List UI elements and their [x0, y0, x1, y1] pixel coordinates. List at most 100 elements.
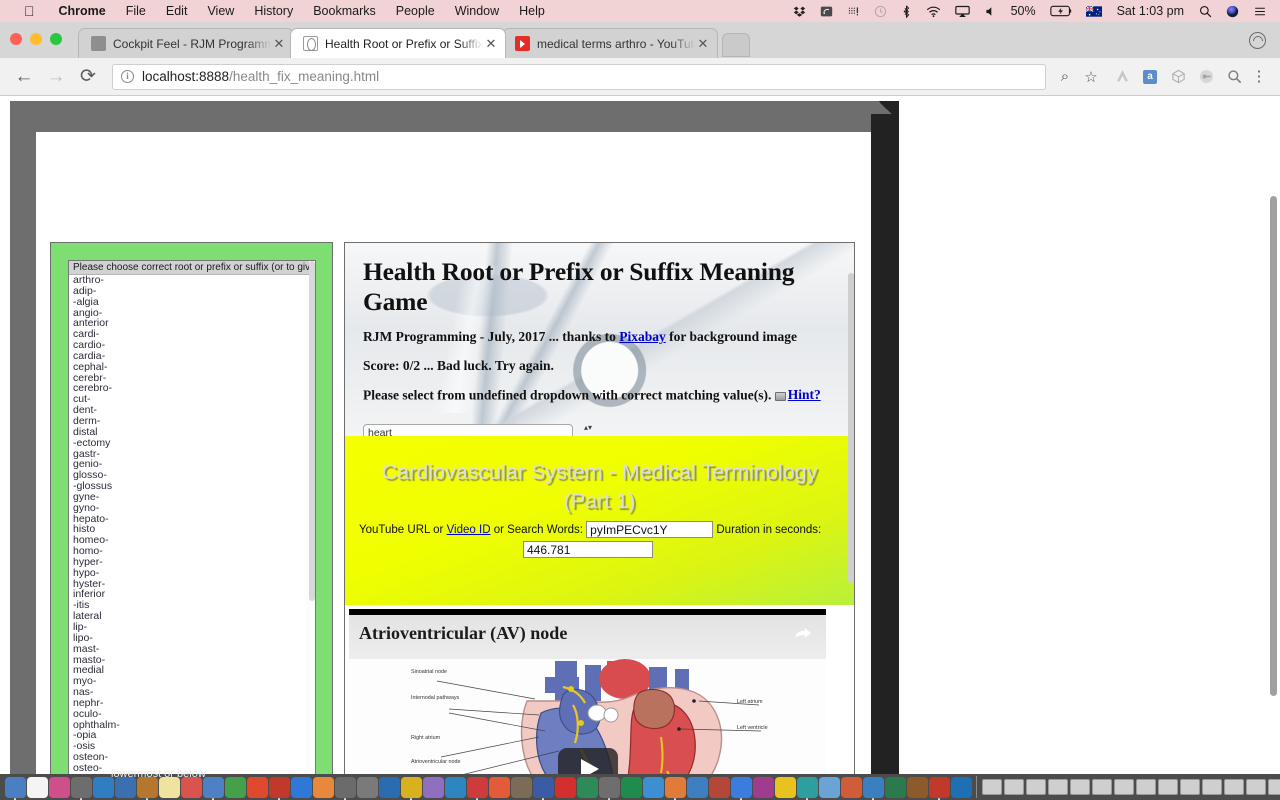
menu-item-window[interactable]: Window: [445, 4, 509, 18]
hint-button-icon[interactable]: [774, 391, 786, 401]
dropbox-icon[interactable]: [786, 5, 813, 18]
listbox-option[interactable]: arthro-: [69, 275, 315, 286]
dock-app-icon[interactable]: [774, 776, 796, 798]
listbox-option[interactable]: adip-: [69, 285, 315, 297]
search-icon[interactable]: [1192, 5, 1219, 18]
listbox-option[interactable]: gastr-: [69, 448, 315, 460]
close-window-button[interactable]: [10, 33, 22, 45]
menu-item-bookmarks[interactable]: Bookmarks: [303, 4, 386, 18]
listbox-option[interactable]: derm-: [69, 416, 315, 427]
dock-app-icon[interactable]: [48, 776, 70, 798]
minimize-window-button[interactable]: [30, 33, 42, 45]
listbox-option[interactable]: lipo-: [69, 632, 315, 644]
dock-app-icon[interactable]: [620, 776, 642, 798]
listbox-option[interactable]: -algia: [69, 296, 315, 308]
wifi-icon[interactable]: [919, 5, 948, 18]
window-scrollbar-thumb[interactable]: [1270, 196, 1277, 696]
listbox-option[interactable]: homeo-: [69, 535, 315, 546]
volume-icon[interactable]: [977, 5, 1004, 18]
listbox-option[interactable]: gyno-: [69, 502, 315, 514]
dock-app-icon[interactable]: [400, 776, 422, 800]
listbox-option[interactable]: cephal-: [69, 361, 315, 373]
maximize-window-button[interactable]: [50, 33, 62, 45]
listbox-option[interactable]: myo-: [69, 676, 315, 687]
dock-minimized-window[interactable]: [1246, 779, 1266, 795]
listbox-option[interactable]: hyper-: [69, 557, 315, 568]
root-prefix-suffix-listbox[interactable]: Please choose correct root or prefix or …: [68, 260, 316, 774]
listbox-option[interactable]: mast-: [69, 643, 315, 655]
close-tab-icon[interactable]: ✕: [271, 36, 287, 52]
youtube-video-input[interactable]: [586, 521, 714, 539]
pixabay-link[interactable]: Pixabay: [619, 329, 666, 344]
listbox-option[interactable]: -opia: [69, 730, 315, 741]
listbox-option[interactable]: dent-: [69, 405, 315, 416]
dock-app-icon[interactable]: [686, 776, 708, 798]
dock-app-icon[interactable]: [642, 776, 664, 798]
listbox-option[interactable]: nephr-: [69, 698, 315, 709]
dock-app-icon[interactable]: [906, 776, 928, 798]
dock-minimized-window[interactable]: [1268, 779, 1280, 795]
hint-link[interactable]: Hint?: [788, 387, 821, 403]
dock-app-icon[interactable]: [378, 776, 400, 798]
dock-minimized-window[interactable]: [1202, 779, 1222, 795]
lastpass-icon[interactable]: [1195, 67, 1217, 87]
dock-minimized-window[interactable]: [1114, 779, 1134, 795]
listbox-option[interactable]: inferior: [69, 589, 315, 600]
airplay-icon[interactable]: [948, 5, 977, 18]
dock-app-icon[interactable]: [246, 776, 268, 798]
dock-app-icon[interactable]: [664, 776, 686, 800]
browser-tab-health-root[interactable]: Health Root or Prefix or Suffix ✕: [290, 28, 506, 58]
menu-item-help[interactable]: Help: [509, 4, 555, 18]
listbox-option[interactable]: hypo-: [69, 567, 315, 579]
apple-menu-icon[interactable]: : [24, 4, 35, 18]
listbox-option[interactable]: lateral: [69, 611, 315, 622]
dock-app-icon[interactable]: [598, 776, 620, 800]
airdrop-icon[interactable]: [813, 5, 840, 18]
dock-app-icon[interactable]: [356, 776, 378, 798]
youtube-player[interactable]: Atrioventricular (AV) node Sinoatrial no…: [349, 615, 826, 774]
australia-flag-icon[interactable]: [1079, 5, 1109, 17]
package-icon[interactable]: [1167, 67, 1189, 87]
new-tab-button[interactable]: [722, 33, 750, 57]
dock-app-icon[interactable]: [730, 776, 752, 800]
listbox-option[interactable]: cerebro-: [69, 383, 315, 394]
bluetooth-icon[interactable]: [894, 5, 919, 18]
dock-minimized-window[interactable]: [982, 779, 1002, 795]
dock-app-icon[interactable]: [488, 776, 510, 798]
video-id-link[interactable]: Video ID: [447, 524, 491, 536]
share-icon[interactable]: [794, 625, 812, 645]
dock-app-icon[interactable]: [4, 776, 26, 800]
listbox-option[interactable]: hyster-: [69, 578, 315, 590]
close-tab-icon[interactable]: ✕: [483, 36, 499, 52]
dock-app-icon[interactable]: [928, 776, 950, 800]
timemachine-icon[interactable]: [867, 5, 894, 18]
site-info-icon[interactable]: i: [121, 70, 134, 83]
dock-app-icon[interactable]: [312, 776, 334, 798]
dock-app-icon[interactable]: [268, 776, 290, 800]
listbox-option[interactable]: nas-: [69, 687, 315, 698]
content-card-scrollbar-thumb[interactable]: [848, 273, 854, 583]
dock-app-icon[interactable]: [840, 776, 862, 798]
address-bar[interactable]: i localhost:8888 /health_fix_meaning.htm…: [112, 63, 1046, 90]
bookmark-star-icon[interactable]: ☆: [1078, 64, 1104, 90]
close-tab-icon[interactable]: ✕: [695, 36, 711, 52]
reload-button[interactable]: ⟳: [74, 63, 102, 91]
menubar-clock[interactable]: Sat 1:03 pm: [1109, 4, 1192, 18]
search-icon[interactable]: [1223, 67, 1245, 87]
notification-center-icon[interactable]: [1246, 5, 1274, 18]
amazon-assistant-icon[interactable]: a: [1139, 67, 1161, 87]
meaning-select[interactable]: heart: [363, 424, 573, 436]
listbox-scrollbar[interactable]: [309, 261, 315, 774]
dock-app-icon[interactable]: [466, 776, 488, 800]
listbox-option[interactable]: lip-: [69, 622, 315, 633]
zoom-out-icon[interactable]: ⌕: [1052, 64, 1078, 90]
menu-item-file[interactable]: File: [116, 4, 156, 18]
dock-app-icon[interactable]: [444, 776, 466, 798]
listbox-option[interactable]: -ectomy: [69, 437, 315, 449]
listbox-option[interactable]: ophthalm-: [69, 719, 315, 731]
listbox-option[interactable]: -glossus: [69, 481, 315, 492]
dock-app-icon[interactable]: [796, 776, 818, 800]
menu-item-edit[interactable]: Edit: [156, 4, 198, 18]
dock-minimized-window[interactable]: [1180, 779, 1200, 795]
play-button-icon[interactable]: [558, 748, 618, 774]
